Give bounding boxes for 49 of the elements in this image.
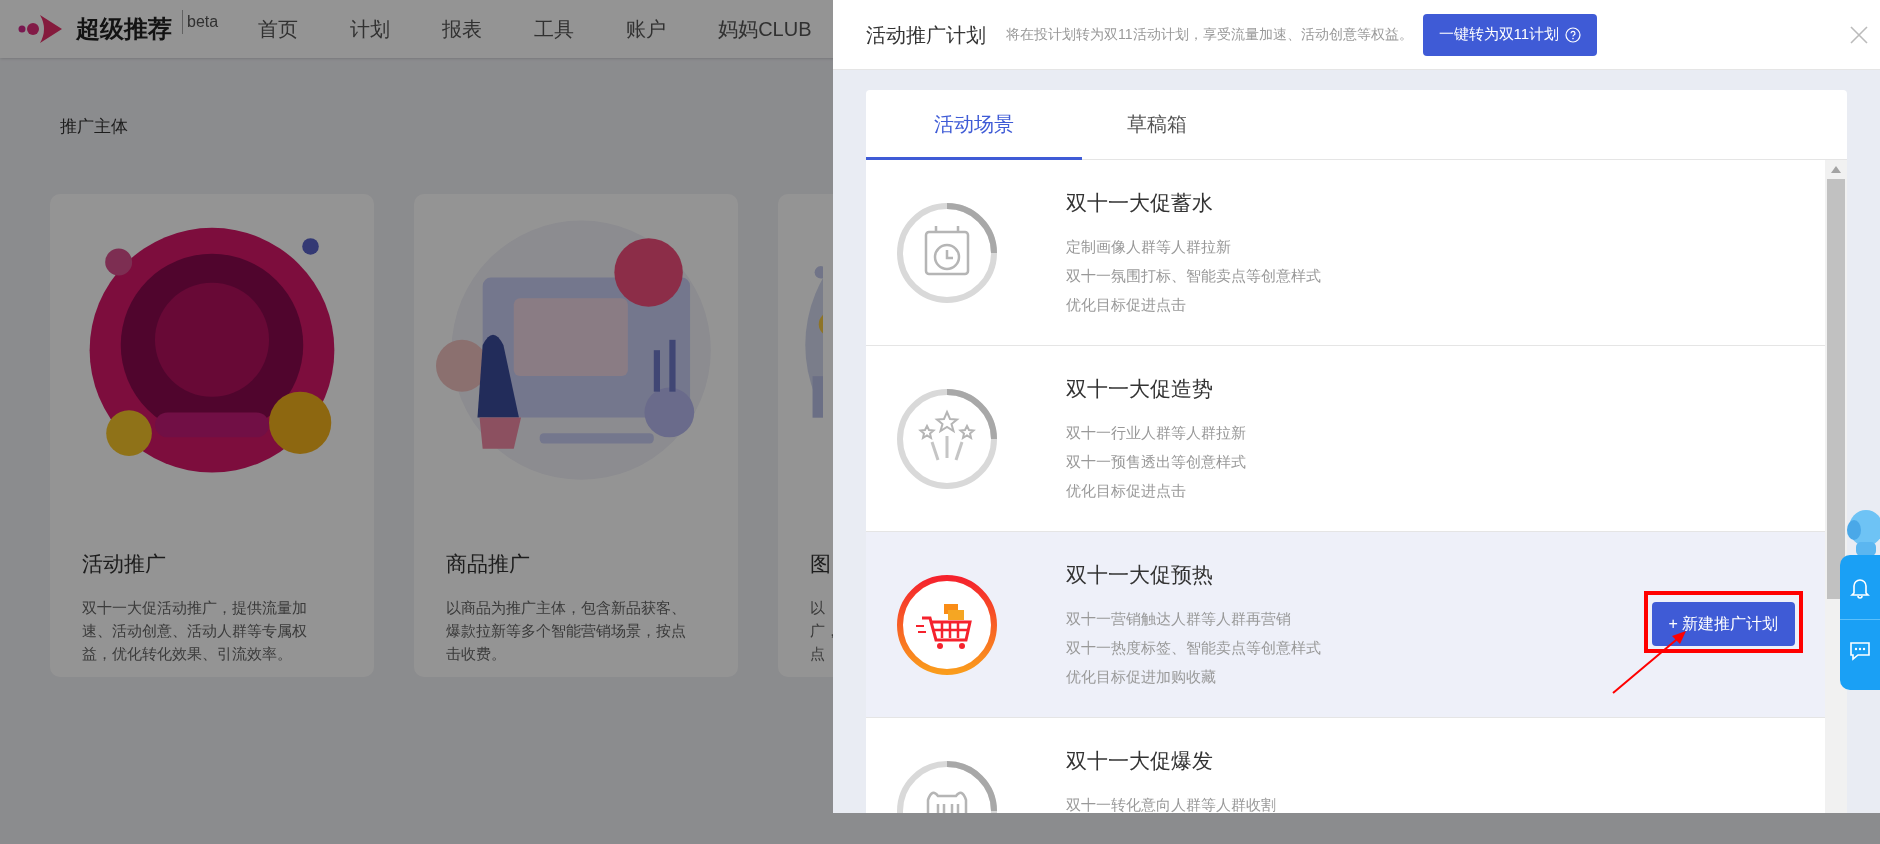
nav-link[interactable]: 账户: [626, 14, 667, 44]
chat-icon[interactable]: [1849, 640, 1871, 662]
card[interactable]: 活动推广 双十一大促活动推广，提供流量加 速、活动创意、活动人群等专属权 益，优化转化效果、引流效率。: [50, 194, 374, 677]
section-title: 推广主体: [60, 116, 128, 138]
scene-description: 双十一预售透出等创意样式: [1066, 452, 1246, 472]
scene-description: 双十一热度标签、智能卖点等创意样式: [1066, 638, 1321, 658]
drawer-title: 活动推广计划: [866, 22, 986, 48]
card-title: 活动推广: [82, 551, 166, 577]
scene-description: 双十一营销触达人群等人群再营销: [1066, 609, 1292, 629]
bell-icon[interactable]: [1850, 577, 1870, 599]
nav-link[interactable]: 计划: [350, 14, 391, 44]
scene-description: 双十一氛围打标、智能卖点等创意样式: [1066, 266, 1321, 286]
close-icon[interactable]: [1850, 25, 1868, 44]
scene-description: 双十一转化意向人群等人群收割: [1066, 795, 1276, 813]
scene-row[interactable]: 双十一大促预热 双十一营销触达人群等人群再营销 双十一热度标签、智能卖点等创意样式 优化目标促进加购收藏 + 新建推广计划: [866, 532, 1825, 718]
scene-title: 双十一大促蓄水: [1066, 190, 1214, 216]
scene-title: 双十一大促爆发: [1066, 748, 1214, 774]
scroll-up-icon[interactable]: [1831, 166, 1841, 173]
convert-button[interactable]: 一键转为双11计划: [1422, 13, 1598, 56]
new-plan-button[interactable]: + 新建推广计划: [1652, 602, 1795, 646]
scrollbar-thumb[interactable]: [1827, 179, 1845, 599]
beta-label: beta: [182, 10, 219, 34]
shopping-cart-icon: [896, 574, 998, 676]
drawer-description: 将在投计划转为双11活动计划，享受流量加速、活动创意等权益。: [1006, 25, 1413, 44]
scene-description: 定制画像人群等人群拉新: [1066, 237, 1232, 257]
nav-link[interactable]: 工具: [534, 14, 575, 44]
card-title: 图: [810, 551, 831, 577]
scene-description: 双十一行业人群等人群拉新: [1066, 423, 1246, 443]
scene-title: 双十一大促造势: [1066, 376, 1214, 402]
scene-description: 优化目标促进点击: [1066, 295, 1187, 315]
tab[interactable]: 草稿箱: [1082, 90, 1232, 160]
help-icon: [1565, 26, 1582, 43]
card-description: 双十一大促活动推广，提供流量加 速、活动创意、活动人群等专属权 益，优化转化效果、引流效率。: [82, 597, 307, 664]
scene-description: 优化目标促进点击: [1066, 481, 1187, 501]
scrollbar[interactable]: [1825, 160, 1847, 813]
nav-link[interactable]: 首页: [258, 14, 299, 44]
card-title: 商品推广: [446, 551, 530, 577]
card-description: 以商品为推广主体，包含新品获客、 爆款拉新等多个智能营销场景，按点 击收费。: [446, 597, 686, 664]
alarm-clock-icon: [896, 202, 998, 304]
card-description: 以 广， 点: [810, 597, 833, 664]
fireworks-icon: [896, 388, 998, 490]
card[interactable]: 图 以 广， 点: [778, 194, 833, 677]
nav-link[interactable]: 妈妈CLUB: [718, 14, 812, 44]
scene-title: 双十一大促预热: [1066, 562, 1214, 588]
scene-description: 优化目标促进加购收藏: [1066, 667, 1217, 687]
brand-name: 超级推荐: [76, 14, 172, 44]
card[interactable]: 商品推广 以商品为推广主体，包含新品获客、 爆款拉新等多个智能营销场景，按点 击收费。: [414, 194, 738, 677]
nav-link[interactable]: 报表: [442, 14, 483, 44]
mascot-drawing: [1846, 508, 1880, 556]
